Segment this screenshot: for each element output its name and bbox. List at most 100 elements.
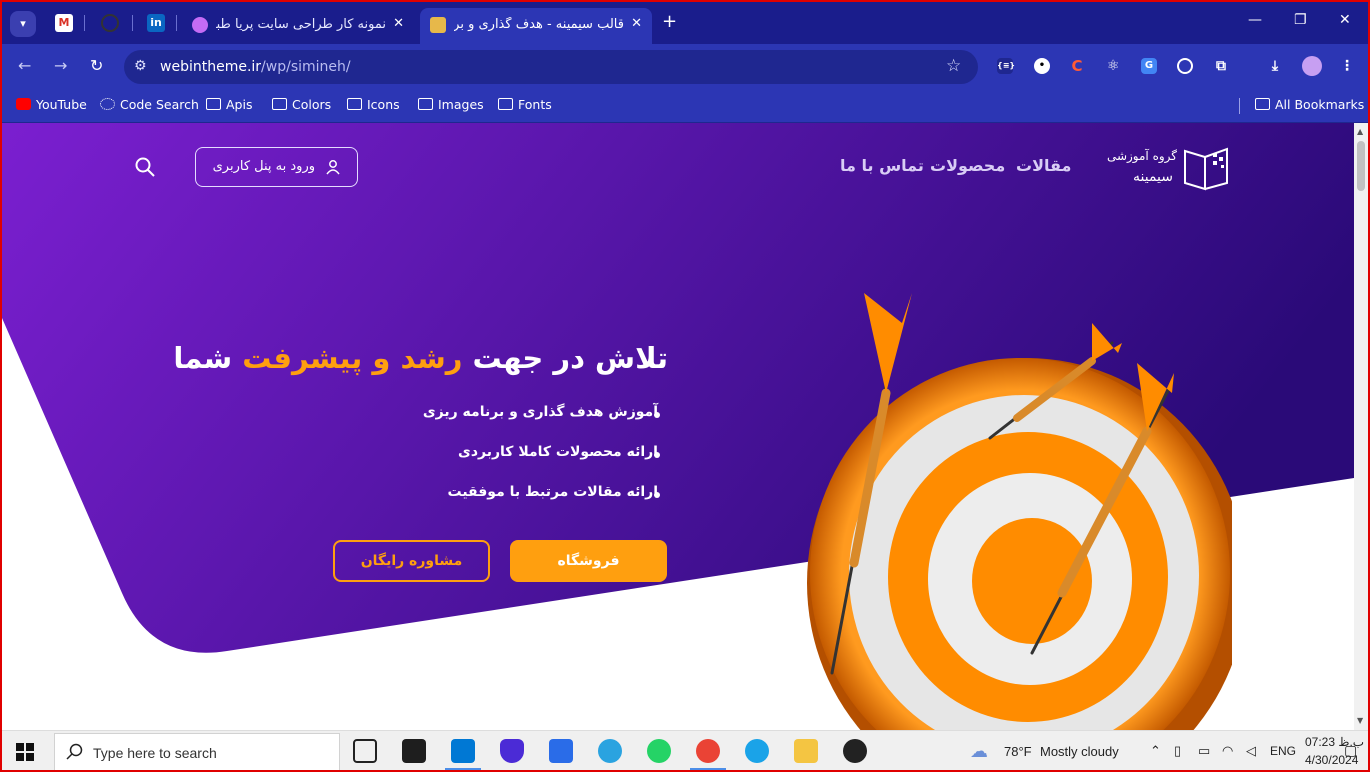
bookmark-label: Apis [226, 97, 253, 112]
google-translate-icon[interactable]: G [1141, 58, 1157, 74]
folder-icon [418, 98, 433, 110]
tab-portfolio[interactable]: نمونه کار طراحی سایت پریا طبیبیا ✕ [182, 8, 414, 44]
weather-temp[interactable]: 78°F [1004, 744, 1032, 759]
shop-button[interactable]: فروشگاه [510, 540, 667, 582]
logo-line1: گروه آموزشی [1106, 149, 1177, 163]
tab-separator [132, 15, 133, 31]
site-logo[interactable]: گروه آموزشی سیمینه [1106, 143, 1233, 193]
search-icon[interactable] [134, 156, 156, 178]
tab-separator [176, 15, 177, 31]
address-bar[interactable]: ⚙ webintheme.ir/wp/simineh/ ☆ [124, 50, 978, 84]
bookmark-colors[interactable]: Colors [272, 97, 331, 112]
bookmark-images[interactable]: Images [418, 97, 484, 112]
close-tab-icon[interactable]: ✕ [393, 16, 404, 31]
weather-icon[interactable]: ☁ [970, 741, 988, 762]
notifications-icon[interactable]: ▢ [1344, 742, 1357, 759]
extension-c-icon[interactable]: C [1069, 58, 1085, 74]
device-icon[interactable]: ▯ [1174, 743, 1181, 759]
extensions-puzzle-icon[interactable]: ⧉ [1213, 58, 1229, 74]
scroll-down-icon[interactable]: ▼ [1357, 716, 1363, 725]
show-hidden-icons-chevron-icon[interactable]: ⌃ [1150, 743, 1161, 759]
browser-menu-icon[interactable]: ⋮ [1339, 58, 1355, 74]
github-pinned-tab-icon[interactable] [101, 14, 119, 32]
tab-strip: ▾ M in نمونه کار طراحی سایت پریا طبیبیا … [2, 2, 1368, 44]
bookmarks-bar: YouTube Code Search Apis Colors Icons Im… [2, 89, 1368, 123]
task-view-icon[interactable] [353, 739, 377, 763]
bookmark-youtube[interactable]: YouTube [16, 97, 87, 112]
tab-title: قالب سیمینه - هدف گذاری و برنامه [454, 17, 624, 32]
book-logo-icon [1184, 147, 1228, 191]
bookmark-label: Images [438, 97, 484, 112]
all-bookmarks-label: All Bookmarks [1275, 97, 1365, 112]
nav-products[interactable]: محصولات [930, 156, 1005, 175]
json-extension-icon[interactable]: {≡} [997, 58, 1015, 74]
bookmark-icons[interactable]: Icons [347, 97, 400, 112]
free-consultation-button[interactable]: مشاوره رایگان [333, 540, 490, 582]
code-search-icon [100, 98, 115, 110]
bookmark-label: Code Search [120, 97, 199, 112]
proton-vpn-icon[interactable] [500, 739, 524, 763]
battery-icon[interactable]: ▭ [1198, 743, 1210, 759]
download-icon[interactable]: ⤓ [1267, 58, 1283, 74]
windows-start-icon[interactable] [16, 743, 34, 761]
taskbar-search-box[interactable]: Type here to search [54, 733, 340, 770]
volume-icon[interactable]: ◁ [1246, 743, 1256, 759]
tab-simineh[interactable]: قالب سیمینه - هدف گذاری و برنامه ✕ [420, 8, 652, 44]
folder-icon [206, 98, 221, 110]
file-explorer-icon[interactable] [794, 739, 818, 763]
bookmark-label: YouTube [36, 97, 87, 112]
language-indicator[interactable]: ENG [1270, 744, 1296, 758]
linkedin-pinned-tab-icon[interactable]: in [147, 14, 165, 32]
close-window-icon[interactable]: ✕ [1339, 12, 1351, 28]
running-indicator [690, 768, 726, 770]
react-devtools-icon[interactable]: ⚛ [1105, 58, 1121, 74]
all-bookmarks[interactable]: All Bookmarks [1255, 97, 1364, 112]
headline-part2: شما [173, 341, 233, 375]
reload-icon[interactable]: ↻ [90, 56, 103, 75]
terminal-icon[interactable] [402, 739, 426, 763]
simineh-favicon-icon [430, 17, 446, 33]
bookmark-star-icon[interactable]: ☆ [946, 56, 961, 76]
bookmark-apis[interactable]: Apis [206, 97, 252, 112]
media-player-icon[interactable] [843, 739, 867, 763]
close-tab-icon[interactable]: ✕ [631, 16, 642, 31]
logo-line2: سیمینه [1132, 169, 1173, 185]
url-text[interactable]: webintheme.ir/wp/simineh/ [160, 59, 351, 75]
wifi-icon[interactable]: ◠ [1222, 743, 1233, 759]
whatsapp-icon[interactable] [647, 739, 671, 763]
scroll-up-icon[interactable]: ▲ [1357, 127, 1363, 136]
extension-circle-icon[interactable] [1177, 58, 1193, 74]
weather-condition[interactable]: Mostly cloudy [1040, 744, 1119, 759]
youtube-icon [16, 98, 31, 110]
profile-avatar[interactable] [1302, 56, 1322, 76]
folder-icon [272, 98, 287, 110]
telegram-icon[interactable] [598, 739, 622, 763]
bookmark-label: Colors [292, 97, 332, 112]
back-icon[interactable]: ← [18, 56, 31, 75]
nav-contact[interactable]: تماس با ما [840, 156, 924, 175]
site-info-icon[interactable]: ⚙ [134, 58, 147, 74]
forward-icon[interactable]: → [54, 56, 67, 75]
page-scrollbar[interactable]: ▲ ▼ [1354, 123, 1368, 730]
web-page: گروه آموزشی سیمینه مقالات محصولات تماس ب… [2, 123, 1354, 730]
extension-face-icon[interactable]: • [1034, 58, 1050, 74]
login-button[interactable]: ورود به پنل کاربری [195, 147, 358, 187]
restore-icon[interactable]: ❐ [1294, 12, 1307, 28]
tab-search-chevron-icon[interactable]: ▾ [10, 11, 36, 37]
browser-window: ▾ M in نمونه کار طراحی سایت پریا طبیبیا … [0, 0, 1370, 772]
vscode-icon[interactable] [451, 739, 475, 763]
minimize-icon[interactable]: — [1248, 12, 1262, 28]
nav-articles[interactable]: مقالات [1016, 156, 1071, 175]
search-icon [66, 743, 83, 760]
feature-item: ارائه محصولات کاملا کاربردی [458, 444, 658, 460]
bookmark-fonts[interactable]: Fonts [498, 97, 552, 112]
bookmark-separator [1239, 98, 1240, 114]
chrome-icon[interactable] [696, 739, 720, 763]
new-tab-button[interactable]: + [662, 13, 677, 31]
scroll-thumb[interactable] [1357, 141, 1365, 191]
edge-icon[interactable] [745, 739, 769, 763]
bookmark-code-search[interactable]: Code Search [100, 97, 199, 112]
search-placeholder: Type here to search [93, 745, 217, 761]
microsoft-store-icon[interactable] [549, 739, 573, 763]
gmail-pinned-tab-icon[interactable]: M [55, 14, 73, 32]
